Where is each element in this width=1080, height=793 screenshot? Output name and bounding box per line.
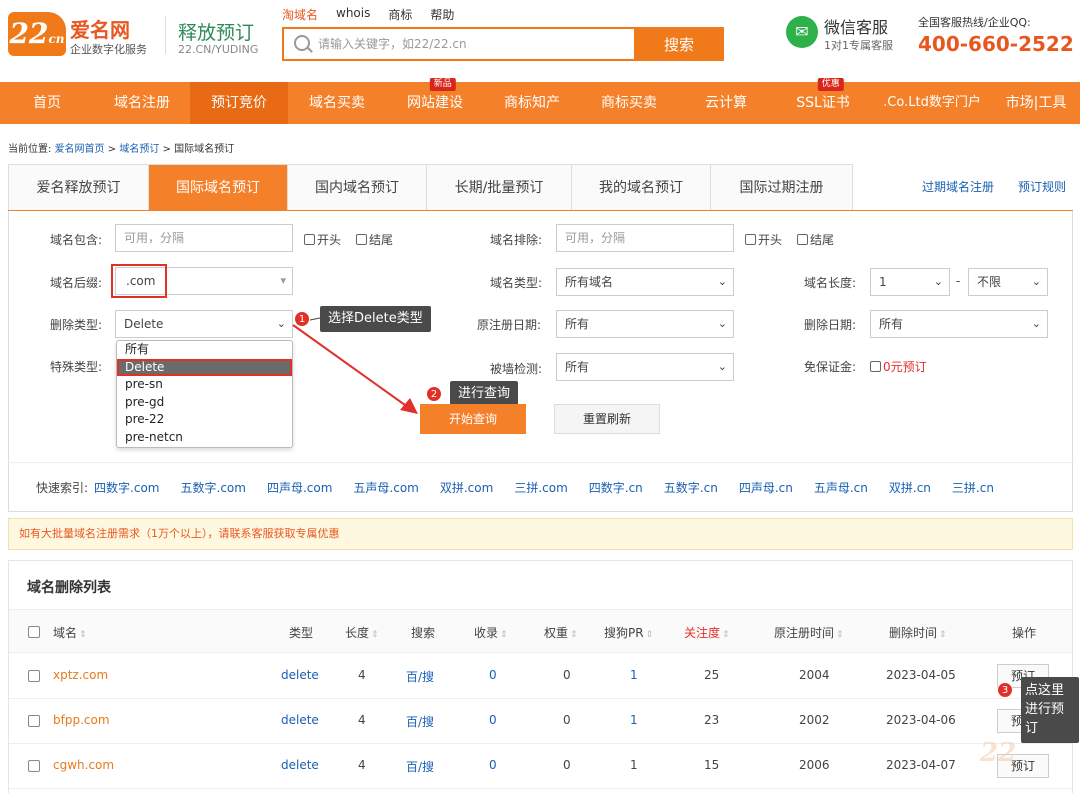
- row-weight: 0: [563, 668, 571, 682]
- row-search[interactable]: 百/搜: [406, 668, 434, 685]
- col-reg-time[interactable]: 原注册时间 ⇕: [774, 624, 844, 641]
- row-indexed[interactable]: 0: [489, 758, 497, 772]
- select-all-checkbox[interactable]: [28, 626, 40, 638]
- step-3-callout: 点这里进行预订: [1021, 677, 1079, 743]
- quick-link[interactable]: 双拼.cn: [889, 479, 931, 496]
- quick-link[interactable]: 四数字.cn: [589, 479, 643, 496]
- quick-link[interactable]: 五声母.cn: [814, 479, 868, 496]
- quick-link[interactable]: 四数字.com: [94, 479, 159, 496]
- row-type: delete: [281, 758, 319, 772]
- quick-link[interactable]: 五声母.com: [353, 479, 418, 496]
- quick-link[interactable]: 三拼.com: [514, 479, 567, 496]
- quick-link[interactable]: 四声母.com: [267, 479, 332, 496]
- row-indexed[interactable]: 0: [489, 713, 497, 727]
- col-search: 搜索: [411, 626, 436, 640]
- col-action: 操作: [1012, 626, 1037, 640]
- arrow-head: [400, 398, 418, 414]
- sort-icon: ⇕: [500, 630, 508, 640]
- col-weight[interactable]: 权重 ⇕: [544, 624, 578, 641]
- row-checkbox[interactable]: [28, 715, 40, 727]
- quick-divider: [8, 462, 1073, 463]
- row-domain[interactable]: cgwh.com: [53, 758, 114, 772]
- row-reg-time: 2006: [799, 758, 830, 772]
- row-indexed[interactable]: 0: [489, 668, 497, 682]
- col-pr[interactable]: 搜狗PR ⇕: [604, 624, 653, 641]
- row-pr[interactable]: 1: [630, 713, 638, 727]
- sort-icon: ⇕: [939, 630, 947, 640]
- row-type: delete: [281, 668, 319, 682]
- row-length: 4: [358, 668, 366, 682]
- step-2-badge: 2: [426, 386, 442, 402]
- step-1-badge: 1: [294, 311, 310, 327]
- row-del-time: 2023-04-07: [886, 758, 956, 772]
- row-weight: 0: [563, 713, 571, 727]
- arrow-line: [292, 324, 413, 411]
- row-domain[interactable]: xptz.com: [53, 668, 108, 682]
- step-1-callout: 选择Delete类型: [320, 306, 431, 332]
- col-attention[interactable]: 关注度 ⇕: [684, 624, 730, 641]
- quick-index: 快速索引: 四数字.com 五数字.com 四声母.com 五声母.com 双拼…: [36, 479, 1015, 496]
- quick-link[interactable]: 四声母.cn: [739, 479, 793, 496]
- row-length: 4: [358, 758, 366, 772]
- row-pr: 1: [630, 758, 638, 772]
- deleted-domain-list: 域名删除列表 域名 ⇕ 类型 长度 ⇕ 搜索 收录 ⇕ 权重 ⇕ 搜狗PR ⇕ 关注度 ⇕ …: [8, 560, 1073, 793]
- list-title: 域名删除列表: [27, 580, 111, 596]
- row-del-time: 2023-04-06: [886, 713, 956, 727]
- bulk-notice: 如有大批量域名注册需求（1万个以上），请联系客服获取专属优惠: [8, 518, 1073, 550]
- row-attention: 23: [704, 713, 720, 727]
- row-del-time: 2023-04-05: [886, 668, 956, 682]
- quick-link[interactable]: 五数字.cn: [664, 479, 718, 496]
- step-3-badge: 3: [997, 682, 1013, 698]
- sort-icon: ⇕: [79, 630, 87, 640]
- sort-icon: ⇕: [645, 630, 654, 640]
- row-weight: 0: [563, 758, 571, 772]
- quick-index-label: 快速索引:: [36, 481, 89, 495]
- reset-button[interactable]: 重置刷新: [554, 404, 660, 434]
- row-length: 4: [358, 713, 366, 727]
- quick-link[interactable]: 双拼.com: [440, 479, 493, 496]
- col-length[interactable]: 长度 ⇕: [345, 624, 379, 641]
- row-type: delete: [281, 713, 319, 727]
- col-domain[interactable]: 域名 ⇕: [53, 624, 87, 641]
- start-query-button[interactable]: 开始查询: [420, 404, 526, 434]
- row-reg-time: 2002: [799, 713, 830, 727]
- col-del-time[interactable]: 删除时间 ⇕: [889, 624, 947, 641]
- sort-icon: ⇕: [722, 630, 730, 640]
- table-row: xptz.com delete 4 百/搜 0 0 1 25 2004 2023…: [9, 654, 1072, 699]
- table-row: bfpp.com delete 4 百/搜 0 0 1 23 2002 2023…: [9, 699, 1072, 744]
- row-domain[interactable]: bfpp.com: [53, 713, 110, 727]
- table-row: cgwh.com delete 4 百/搜 0 0 1 15 2006 2023…: [9, 744, 1072, 789]
- col-type: 类型: [289, 626, 314, 640]
- row-search[interactable]: 百/搜: [406, 713, 434, 730]
- sort-icon: ⇕: [371, 630, 379, 640]
- row-attention: 25: [704, 668, 720, 682]
- row-reg-time: 2004: [799, 668, 830, 682]
- quick-link[interactable]: 三拼.cn: [952, 479, 994, 496]
- row-pr[interactable]: 1: [630, 668, 638, 682]
- row-checkbox[interactable]: [28, 670, 40, 682]
- watermark-logo: 22: [980, 738, 1017, 768]
- sort-icon: ⇕: [836, 630, 844, 640]
- sort-icon: ⇕: [570, 630, 578, 640]
- row-checkbox[interactable]: [28, 760, 40, 772]
- row-search[interactable]: 百/搜: [406, 758, 434, 775]
- table-header: 域名 ⇕ 类型 长度 ⇕ 搜索 收录 ⇕ 权重 ⇕ 搜狗PR ⇕ 关注度 ⇕ 原注册时间 ⇕ …: [9, 609, 1072, 653]
- quick-link[interactable]: 五数字.com: [181, 479, 246, 496]
- col-indexed[interactable]: 收录 ⇕: [474, 624, 508, 641]
- row-attention: 15: [704, 758, 720, 772]
